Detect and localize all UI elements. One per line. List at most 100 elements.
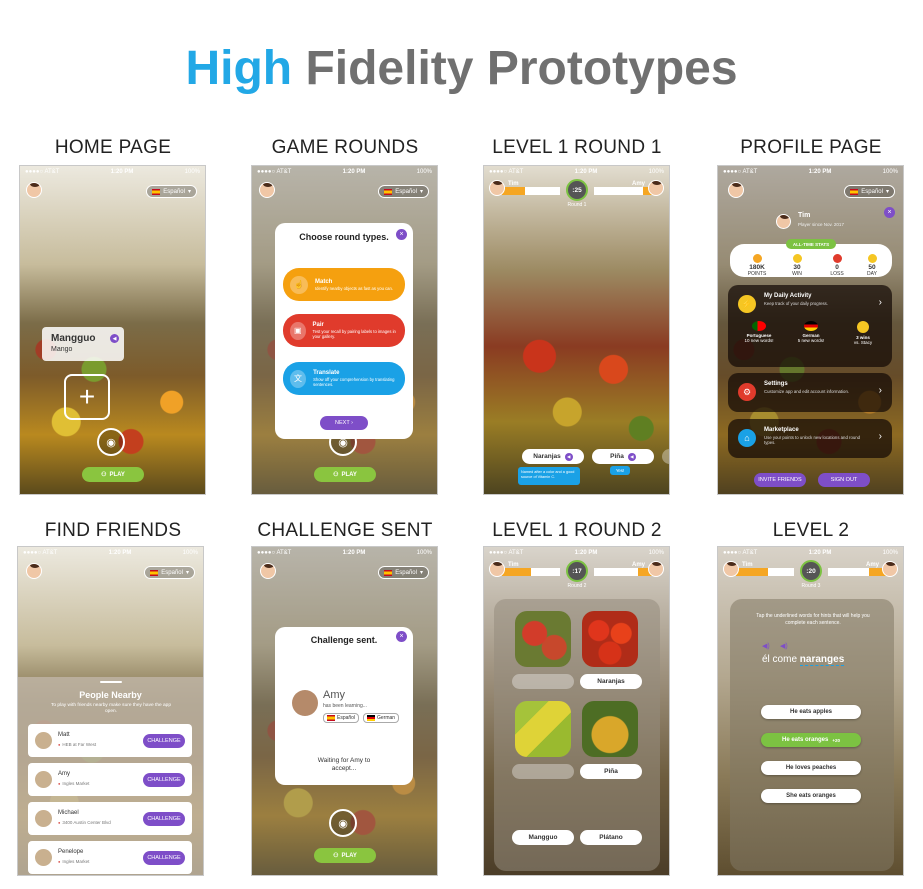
scan-target-frame[interactable]: + <box>64 374 110 420</box>
challenge-sent-card: Challenge sent. × Amy has been learning.… <box>275 627 413 785</box>
trophy-icon <box>857 321 869 333</box>
instruction-text: Tap the underlined words for hints that … <box>756 613 870 626</box>
all-time-stats-badge: ALL-TIME STATS <box>786 239 836 249</box>
friend-avatar <box>292 690 318 716</box>
label-pina[interactable]: Piña <box>580 764 642 779</box>
portugal-flag-icon <box>752 321 766 331</box>
profile-avatar <box>776 214 791 229</box>
close-icon[interactable]: × <box>884 207 895 218</box>
settings-button[interactable]: ⚙ Settings Customize app and edit accoun… <box>728 373 892 412</box>
language-selector[interactable]: Español ▾ <box>378 185 429 198</box>
status-bar: ●●●●○ AT&T 1:20 PM 100% <box>489 169 664 175</box>
player2-avatar <box>648 561 664 577</box>
status-bar: ●●●●○ AT&T 1:20 PM 100% <box>723 169 898 175</box>
player1-name: Tim <box>508 562 519 568</box>
mango-image[interactable] <box>515 611 571 667</box>
camera-icon[interactable]: ◉ <box>97 428 125 456</box>
status-bar: ●●●●○ AT&T 1:20 PM 100% <box>25 169 200 175</box>
speaker-icon[interactable]: ◀ <box>564 452 573 461</box>
play-button[interactable]: ⚇ PLAY <box>314 848 376 863</box>
tag-pina[interactable]: Piña ◀ <box>592 449 654 464</box>
friend-row: PenelopeIngles MarketCHALLENGE <box>28 841 192 874</box>
speaker-icon[interactable]: ◀ <box>110 334 119 343</box>
language-selector[interactable]: Español ▾ <box>378 566 429 579</box>
sign-out-button[interactable]: SIGN OUT <box>818 473 870 487</box>
friend-row: Michael3400 Austin Center BlvdCHALLENGE <box>28 802 192 835</box>
avatar[interactable] <box>26 563 42 579</box>
players-icon: ⚇ <box>333 853 339 859</box>
avatar[interactable] <box>26 182 42 198</box>
germany-flag-icon <box>367 715 375 721</box>
spain-flag-icon <box>850 188 859 195</box>
challenge-button[interactable]: CHALLENGE <box>143 812 185 826</box>
match-type-button[interactable]: ☝ Match Identify nearby objects as fast as… <box>283 268 405 301</box>
challenge-button[interactable]: CHALLENGE <box>143 773 185 787</box>
underlined-hint-word[interactable]: naranges <box>799 654 845 666</box>
answer-option[interactable]: He loves peaches <box>761 761 861 775</box>
label-mangguo[interactable]: Mangguo <box>512 830 574 845</box>
chevron-right-icon: › <box>878 431 882 442</box>
friend-avatar <box>35 771 52 788</box>
challenge-button[interactable]: CHALLENGE <box>143 851 185 865</box>
translate-type-button[interactable]: 文 Translate Show off your comprehension by… <box>283 362 405 395</box>
status-bar: ●●●●○ AT&T 1:20 PM 100% <box>257 550 432 556</box>
answer-option[interactable]: She eats oranges <box>761 789 861 803</box>
close-icon[interactable]: × <box>396 631 407 642</box>
player2-progress <box>828 568 886 576</box>
label-naranjas[interactable]: Naranjas <box>580 674 642 689</box>
tag-naranjas[interactable]: Naranjas ◀ <box>522 449 584 464</box>
invite-friends-button[interactable]: INVITE FRIENDS <box>754 473 806 487</box>
play-button[interactable]: ⚇ PLAY <box>82 467 144 482</box>
word-label-card[interactable]: Mangguo Mango ◀ <box>42 327 124 361</box>
play-button[interactable]: ⚇ PLAY <box>314 467 376 482</box>
player2-avatar <box>882 561 898 577</box>
status-bar: ●●●●○ AT&T 1:20 PM 100% <box>489 550 664 556</box>
player1-name: Tim <box>742 562 753 568</box>
profile-screen: ●●●●○ AT&T 1:20 PM 100% Español ▾ × Tim Pla… <box>717 165 904 495</box>
player1-progress <box>736 568 794 576</box>
player2-progress <box>594 568 652 576</box>
answer-option-correct[interactable]: He eats oranges +20 <box>761 733 861 747</box>
avatar[interactable] <box>260 563 276 579</box>
banana-image[interactable] <box>515 701 571 757</box>
streak-icon <box>867 254 877 263</box>
drag-handle[interactable] <box>100 681 122 683</box>
camera-icon[interactable]: ◉ <box>329 809 357 837</box>
language-chip: German <box>363 713 400 723</box>
speaker-icon[interactable]: ◀ <box>627 452 636 461</box>
player1-avatar <box>723 561 739 577</box>
answer-option[interactable]: He eats apples <box>761 705 861 719</box>
spain-flag-icon <box>384 188 393 195</box>
drop-slot[interactable] <box>512 764 574 779</box>
level1-round1-screen: ●●●●○ AT&T 1:20 PM 100% Tim Amy :25 Round … <box>483 165 670 495</box>
players-icon: ⚇ <box>333 472 339 478</box>
coins-icon <box>752 254 762 263</box>
challenge-button[interactable]: CHALLENGE <box>143 734 185 748</box>
pineapple-image[interactable] <box>582 701 638 757</box>
close-icon[interactable]: × <box>396 229 407 240</box>
player1-avatar <box>489 180 505 196</box>
chevron-down-icon: ▾ <box>419 189 423 195</box>
orange-image[interactable] <box>582 611 638 667</box>
friend-avatar <box>35 849 52 866</box>
player1-avatar <box>489 561 505 577</box>
speaker-slow-icon[interactable]: ◀) <box>780 642 788 650</box>
language-selector[interactable]: Español ▾ <box>844 185 895 198</box>
language-selector[interactable]: Español ▾ <box>146 185 197 198</box>
next-button[interactable]: NEXT › <box>320 416 368 430</box>
avatar[interactable] <box>259 182 275 198</box>
label-platano[interactable]: Plátano <box>580 830 642 845</box>
player2-avatar <box>648 180 664 196</box>
speaker-icon[interactable]: ◀) <box>762 642 770 650</box>
player2-name: Amy <box>865 562 879 568</box>
marketplace-button[interactable]: ⌂ Marketplace Use your points to unlock … <box>728 419 892 458</box>
daily-activity-button[interactable]: ⚡ My Daily Activity Keep track of your d… <box>728 285 892 367</box>
label-game-rounds: GAME ROUNDS <box>271 137 419 158</box>
drop-slot[interactable] <box>512 674 574 689</box>
level1-round2-screen: ●●●●○ AT&T 1:20 PM 100% Tim Amy :17 Round … <box>483 546 670 876</box>
language-selector[interactable]: Español ▾ <box>144 566 195 579</box>
avatar[interactable] <box>728 182 744 198</box>
chevron-down-icon: ▾ <box>187 189 191 195</box>
spain-flag-icon <box>150 569 159 576</box>
pair-type-button[interactable]: ▣ Pair Test your recall by pairing labels … <box>283 314 405 347</box>
